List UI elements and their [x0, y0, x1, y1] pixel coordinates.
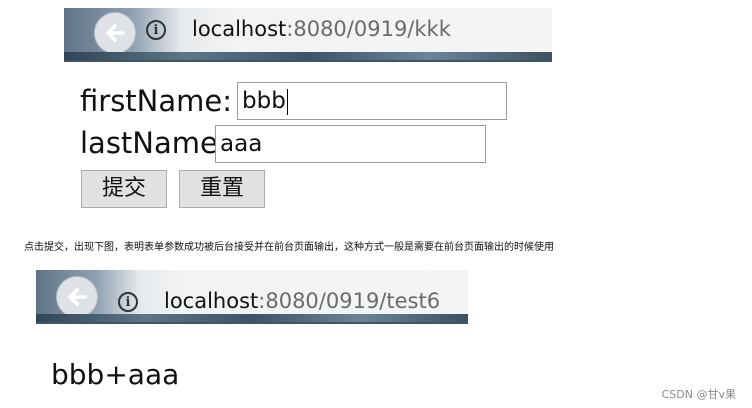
csdn-watermark: CSDN @甘v果	[661, 388, 736, 401]
address-url[interactable]: localhost:8080/0919/test6	[164, 289, 440, 313]
last-name-value: aaa	[220, 131, 263, 157]
url-host: localhost	[164, 289, 259, 313]
result-output: bbb+aaa	[51, 358, 180, 391]
back-button[interactable]	[94, 12, 136, 54]
url-host: localhost	[192, 17, 287, 41]
last-name-label: lastName	[80, 126, 218, 160]
back-arrow-icon	[106, 24, 125, 42]
reset-button[interactable]: 重置	[179, 170, 265, 208]
browser-address-bar-1: i localhost:8080/0919/kkk	[64, 8, 552, 62]
first-name-input[interactable]: bbb	[237, 82, 507, 120]
back-arrow-icon	[68, 288, 87, 306]
address-url[interactable]: localhost:8080/0919/kkk	[192, 17, 451, 41]
caption-text: 点击提交，出现下图，表明表单参数成功被后台接受并在前台页面输出，这种方式一般是需…	[24, 242, 554, 253]
url-path: :8080/0919/test6	[258, 289, 441, 313]
last-name-input[interactable]: aaa	[215, 125, 486, 163]
first-name-value: bbb	[242, 88, 286, 114]
browser-address-bar-2: i localhost:8080/0919/test6	[36, 270, 468, 324]
url-path: :8080/0919/kkk	[286, 17, 451, 41]
submit-button[interactable]: 提交	[81, 170, 167, 208]
info-icon[interactable]: i	[118, 292, 138, 312]
first-name-label: firstName:	[80, 84, 232, 118]
info-icon[interactable]: i	[146, 20, 166, 40]
back-button[interactable]	[56, 276, 98, 318]
text-caret	[286, 88, 288, 115]
